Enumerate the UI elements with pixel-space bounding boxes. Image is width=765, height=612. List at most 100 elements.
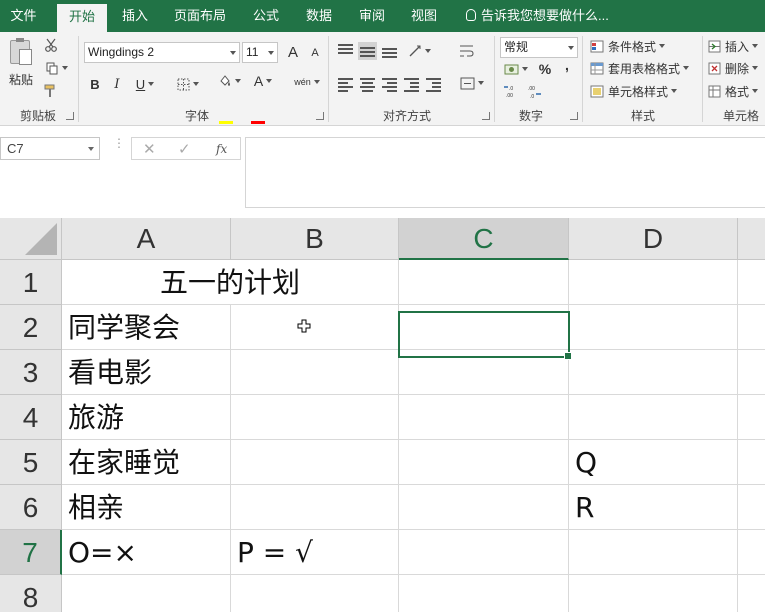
- cell-e3[interactable]: [738, 350, 765, 395]
- cell-d6[interactable]: R: [569, 485, 738, 530]
- cell-d5[interactable]: Q: [569, 440, 738, 485]
- align-middle-icon[interactable]: [358, 42, 377, 60]
- cell-a6[interactable]: 相亲: [62, 485, 231, 530]
- insert-cells-button[interactable]: 插入: [708, 37, 758, 55]
- cell-d8[interactable]: [569, 575, 738, 612]
- increase-indent-icon[interactable]: [426, 78, 441, 92]
- number-format-select[interactable]: 常规: [500, 37, 578, 58]
- grow-font-button[interactable]: A: [284, 42, 302, 62]
- font-launcher-icon[interactable]: [316, 112, 324, 120]
- select-all-button[interactable]: [0, 218, 62, 260]
- align-bottom-icon[interactable]: [382, 44, 397, 58]
- row-header-4[interactable]: 4: [0, 395, 62, 440]
- decrease-decimal-icon[interactable]: .00.0: [526, 82, 544, 100]
- cell-a8[interactable]: [62, 575, 231, 612]
- cell-e7[interactable]: [738, 530, 765, 575]
- percent-style-button[interactable]: %: [536, 60, 554, 78]
- format-cells-button[interactable]: 格式: [708, 82, 758, 100]
- align-top-icon[interactable]: [338, 44, 353, 56]
- font-name-select[interactable]: Wingdings 2: [84, 42, 240, 63]
- column-header-b[interactable]: B: [231, 218, 399, 260]
- decrease-indent-icon[interactable]: [404, 78, 419, 92]
- increase-decimal-icon[interactable]: .0.00: [502, 82, 520, 100]
- cell-a1[interactable]: 五一的计划: [62, 260, 399, 305]
- cell-b6[interactable]: [231, 485, 399, 530]
- cell-d2[interactable]: [569, 305, 738, 350]
- italic-button[interactable]: I: [108, 74, 126, 94]
- cell-d3[interactable]: [569, 350, 738, 395]
- formula-input[interactable]: [245, 137, 765, 208]
- alignment-launcher-icon[interactable]: [482, 112, 490, 120]
- row-header-7[interactable]: 7: [0, 530, 62, 575]
- font-size-select[interactable]: 11: [242, 42, 278, 63]
- cell-c5[interactable]: [399, 440, 569, 485]
- cell-b4[interactable]: [231, 395, 399, 440]
- tab-page-layout[interactable]: 页面布局: [167, 0, 233, 32]
- row-header-2[interactable]: 2: [0, 305, 62, 350]
- bold-button[interactable]: B: [86, 74, 104, 94]
- row-header-1[interactable]: 1: [0, 260, 62, 305]
- align-center-icon[interactable]: [360, 78, 375, 92]
- format-painter-icon[interactable]: [42, 82, 60, 100]
- tab-file[interactable]: 文件: [0, 0, 47, 32]
- cell-a4[interactable]: 旅游: [62, 395, 231, 440]
- align-right-icon[interactable]: [382, 78, 397, 92]
- cell-e1[interactable]: [738, 260, 765, 305]
- cell-e6[interactable]: [738, 485, 765, 530]
- row-header-6[interactable]: 6: [0, 485, 62, 530]
- cell-b8[interactable]: [231, 575, 399, 612]
- cell-b3[interactable]: [231, 350, 399, 395]
- cell-c4[interactable]: [399, 395, 569, 440]
- tab-view[interactable]: 视图: [402, 0, 446, 32]
- cell-a7[interactable]: O=×: [62, 530, 231, 575]
- align-left-icon[interactable]: [338, 78, 353, 92]
- cancel-icon[interactable]: ✕: [143, 140, 156, 158]
- delete-cells-button[interactable]: 删除: [708, 59, 758, 77]
- cell-d1[interactable]: [569, 260, 738, 305]
- name-box[interactable]: C7: [0, 137, 100, 160]
- number-launcher-icon[interactable]: [570, 112, 578, 120]
- cell-e2[interactable]: [738, 305, 765, 350]
- column-header-d[interactable]: D: [569, 218, 738, 260]
- cut-icon[interactable]: [42, 36, 60, 54]
- underline-button[interactable]: U: [130, 74, 160, 94]
- tab-review[interactable]: 审阅: [350, 0, 394, 32]
- fill-color-icon[interactable]: [214, 72, 244, 90]
- row-header-8[interactable]: 8: [0, 575, 62, 612]
- cell-c1[interactable]: [399, 260, 569, 305]
- cell-b5[interactable]: [231, 440, 399, 485]
- merge-center-icon[interactable]: [456, 74, 488, 92]
- comma-style-button[interactable]: ,: [560, 56, 574, 74]
- accounting-format-icon[interactable]: [500, 60, 532, 78]
- phonetic-guide-button[interactable]: wén: [292, 72, 322, 92]
- orientation-icon[interactable]: [404, 42, 434, 60]
- paste-button[interactable]: 粘贴: [4, 70, 38, 88]
- cell-d4[interactable]: [569, 395, 738, 440]
- cell-e4[interactable]: [738, 395, 765, 440]
- cell-c7[interactable]: [399, 530, 569, 575]
- conditional-format-button[interactable]: 条件格式: [590, 37, 665, 55]
- shrink-font-button[interactable]: A: [306, 44, 324, 62]
- column-header-a[interactable]: A: [62, 218, 231, 260]
- row-header-3[interactable]: 3: [0, 350, 62, 395]
- wrap-text-icon[interactable]: [456, 42, 476, 60]
- enter-icon[interactable]: ✓: [178, 140, 191, 158]
- column-header-e[interactable]: [738, 218, 765, 260]
- tab-formulas[interactable]: 公式: [244, 0, 288, 32]
- resize-handle-icon[interactable]: ⋮: [113, 137, 125, 149]
- tell-me-search[interactable]: 告诉我您想要做什么...: [466, 0, 609, 32]
- cell-c8[interactable]: [399, 575, 569, 612]
- tab-insert[interactable]: 插入: [113, 0, 157, 32]
- insert-function-icon[interactable]: fx: [216, 142, 227, 156]
- font-color-icon[interactable]: A: [248, 72, 278, 90]
- tab-home[interactable]: 开始: [57, 4, 107, 32]
- format-as-table-button[interactable]: 套用表格格式: [590, 59, 689, 77]
- tab-data[interactable]: 数据: [297, 0, 341, 32]
- cell-a5[interactable]: 在家睡觉: [62, 440, 231, 485]
- cell-c6[interactable]: [399, 485, 569, 530]
- copy-icon[interactable]: [42, 59, 72, 77]
- cell-d7[interactable]: [569, 530, 738, 575]
- cell-b2[interactable]: [231, 305, 399, 350]
- cell-styles-button[interactable]: 单元格样式: [590, 82, 677, 100]
- border-icon[interactable]: [172, 74, 204, 94]
